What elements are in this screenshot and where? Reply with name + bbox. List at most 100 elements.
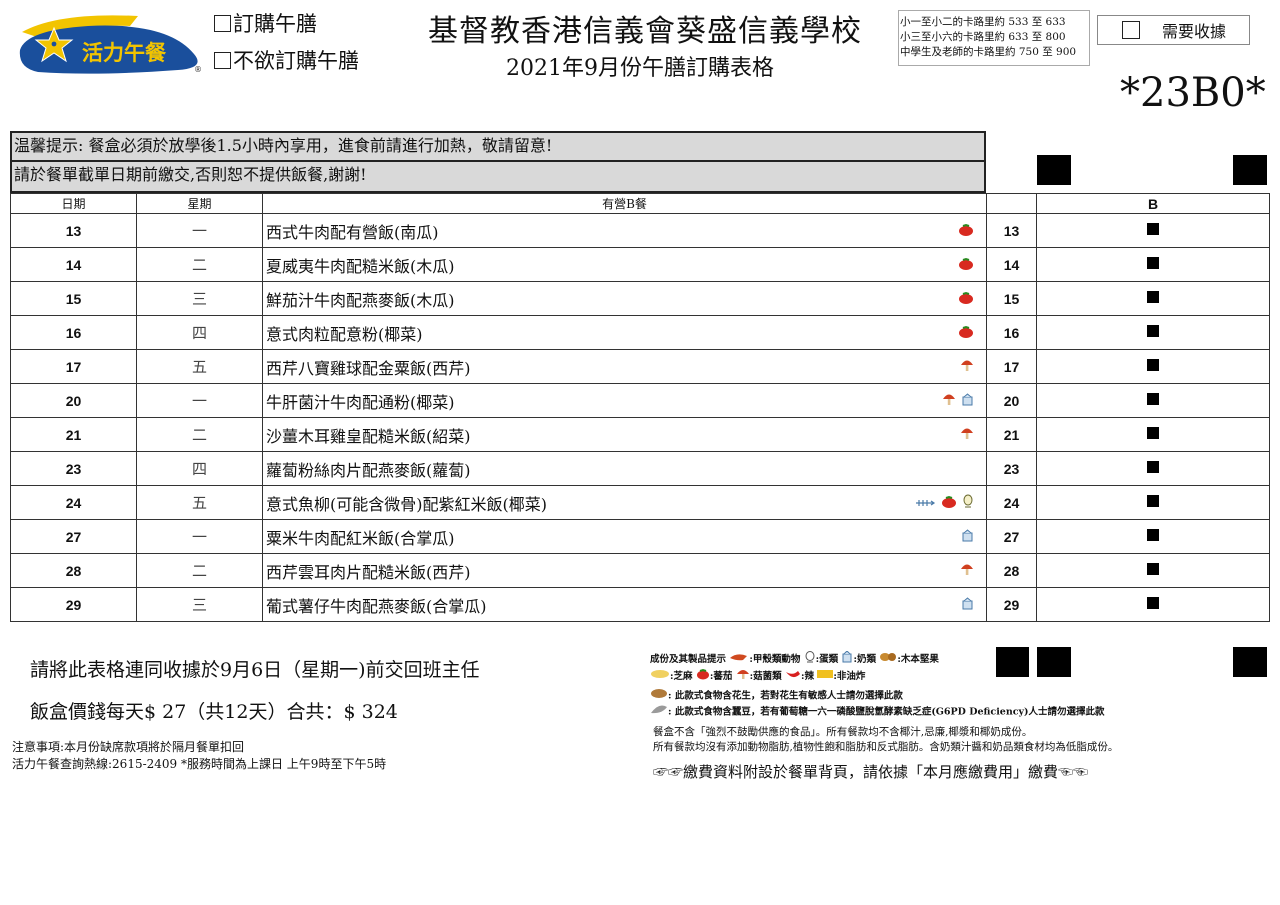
b-meal-checkbox[interactable] — [1147, 358, 1159, 371]
receipt-label: 需要收據 — [1162, 22, 1227, 41]
menu-row: 16 四意式肉粒配意粉(椰菜) 16 — [10, 315, 1270, 350]
b-meal-checkbox[interactable] — [1147, 426, 1159, 439]
nutrition-line: 餐盒不含「強烈不鼓勵供應的食品」。所有餐款均不含椰汁,忌廉,椰漿和椰奶成份。 — [653, 726, 1033, 738]
order-lunch-label: 訂購午膳 — [233, 12, 317, 36]
no-order-option[interactable]: 不欲訂購午膳 — [214, 45, 359, 75]
b-meal-checkbox[interactable] — [1147, 596, 1159, 609]
menu-row: 27 一粟米牛肉配紅米飯(合掌瓜) 27 — [10, 519, 1270, 554]
b-meal-cell[interactable] — [1036, 247, 1270, 282]
date-cell: 14 — [10, 247, 137, 282]
chili-icon — [785, 669, 801, 684]
b-meal-cell[interactable] — [1036, 485, 1270, 520]
redaction-block — [1037, 155, 1071, 185]
b-meal-cell[interactable] — [1036, 383, 1270, 418]
date-cell: 28 — [10, 553, 137, 588]
payment-note: ☞☞繳費資料附設於餐單背頁，請依據「本月應繳費用」繳費☜☜ — [653, 761, 1088, 782]
date-cell-2: 20 — [986, 383, 1037, 418]
dish-header: 有營B餐 — [262, 193, 987, 214]
date-header: 日期 — [10, 193, 137, 214]
shrimp-icon — [729, 652, 749, 667]
b-meal-cell[interactable] — [1036, 213, 1270, 248]
b-meal-checkbox[interactable] — [1147, 528, 1159, 541]
weekday-cell: 五 — [136, 349, 263, 384]
logo-text: 活力午餐 — [82, 41, 167, 65]
dish-name: 意式魚柳(可能含微骨)配紫紅米飯(椰菜) — [266, 494, 547, 514]
redaction-block — [996, 647, 1029, 677]
dish-cell: 意式魚柳(可能含微骨)配紫紅米飯(椰菜) — [262, 485, 987, 520]
dish-cell: 西芹雲耳肉片配糙米飯(西芹) — [262, 553, 987, 588]
date-cell: 29 — [10, 587, 137, 622]
dish-cell: 沙薑木耳雞皇配糙米飯(紹菜) — [262, 417, 987, 452]
b-meal-cell[interactable] — [1036, 587, 1270, 622]
date-header-2 — [986, 193, 1037, 214]
menu-body: 13 一西式牛肉配有營飯(南瓜) 13 14 二夏威夷牛肉配糙米飯(木瓜) 14 15 三鮮茄… — [10, 213, 1270, 622]
deadline-notice: 請於餐單截單日期前繳交,否則恕不提供飯餐,謝謝! — [10, 162, 986, 193]
calorie-info-box: 小一至小二的卡路里約 533 至 633 小三至小六的卡路里約 633 至 80… — [898, 10, 1090, 66]
b-meal-checkbox[interactable] — [1147, 290, 1159, 303]
no-order-checkbox[interactable] — [214, 51, 231, 69]
dish-cell: 牛肝菌汁牛肉配通粉(椰菜) — [262, 383, 987, 418]
peanut-icon — [650, 688, 668, 704]
receipt-option[interactable]: 需要收據 — [1097, 15, 1250, 45]
dish-cell: 西式牛肉配有營飯(南瓜) — [262, 213, 987, 248]
b-meal-cell[interactable] — [1036, 315, 1270, 350]
b-meal-checkbox[interactable] — [1147, 460, 1159, 473]
tomato-icon — [958, 221, 974, 240]
allergen-warnings: : 此款式食物含花生，若對花生有敏感人士請勿選擇此款 : 此款式食物含蠶豆，若有… — [650, 688, 1170, 720]
nut-icon — [879, 651, 897, 668]
b-meal-checkbox[interactable] — [1147, 494, 1159, 507]
b-meal-checkbox[interactable] — [1147, 562, 1159, 575]
b-meal-cell[interactable] — [1036, 451, 1270, 486]
date-cell-2: 21 — [986, 417, 1037, 452]
weekday-cell: 二 — [136, 553, 263, 588]
menu-row: 21 二沙薑木耳雞皇配糙米飯(紹菜) 21 — [10, 417, 1270, 452]
b-meal-checkbox[interactable] — [1147, 324, 1159, 337]
b-meal-checkbox[interactable] — [1147, 222, 1159, 235]
dish-name: 西式牛肉配有營飯(南瓜) — [266, 222, 439, 242]
calorie-line: 小一至小二的卡路里約 533 至 633 — [900, 16, 1066, 28]
weekday-cell: 二 — [136, 247, 263, 282]
order-lunch-option[interactable]: 訂購午膳 — [214, 8, 317, 38]
b-meal-cell[interactable] — [1036, 519, 1270, 554]
dish-cell: 鮮茄汁牛肉配燕麥飯(木瓜) — [262, 281, 987, 316]
receipt-checkbox[interactable] — [1122, 21, 1140, 39]
dish-cell: 粟米牛肉配紅米飯(合掌瓜) — [262, 519, 987, 554]
legend-item: :辣 — [800, 671, 814, 682]
payment-text: 繳費資料附設於餐單背頁，請依據「本月應繳費用」繳費 — [683, 763, 1059, 781]
b-meal-cell[interactable] — [1036, 417, 1270, 452]
date-cell-2: 24 — [986, 485, 1037, 520]
weekday-cell: 四 — [136, 315, 263, 350]
dish-name: 意式肉粒配意粉(椰菜) — [266, 324, 423, 344]
date-cell-2: 15 — [986, 281, 1037, 316]
form-code: *23B0* — [1120, 70, 1266, 116]
weekday-cell: 一 — [136, 383, 263, 418]
b-meal-cell[interactable] — [1036, 281, 1270, 316]
allergen-icons — [958, 323, 974, 342]
b-meal-checkbox[interactable] — [1147, 392, 1159, 405]
milk-icon — [841, 650, 853, 668]
tomato-icon — [696, 668, 710, 685]
weekday-cell: 五 — [136, 485, 263, 520]
price-info: 飯盒價錢每天$ 27（共12天）合共：$ 324 — [30, 701, 398, 723]
nutrition-info: 餐盒不含「強烈不鼓勵供應的食品」。所有餐款均不含椰汁,忌廉,椰漿和椰奶成份。 所… — [653, 725, 1213, 755]
weekday-cell: 一 — [136, 519, 263, 554]
menu-row: 13 一西式牛肉配有營飯(南瓜) 13 — [10, 213, 1270, 248]
date-cell-2: 27 — [986, 519, 1037, 554]
huoli-lunch-logo: 活力午餐 ® — [19, 15, 202, 74]
dish-name: 夏威夷牛肉配糙米飯(木瓜) — [266, 256, 455, 276]
menu-row: 20 一牛肝菌汁牛肉配通粉(椰菜) 20 — [10, 383, 1270, 418]
b-meal-checkbox[interactable] — [1147, 256, 1159, 269]
b-meal-cell[interactable] — [1036, 553, 1270, 588]
order-checkbox[interactable] — [214, 14, 231, 32]
absence-note: 注意事項:本月份缺席款項將於隔月餐單扣回 — [12, 740, 245, 754]
pointing-hand-icon: ☞☞ — [653, 763, 684, 781]
weekday-cell: 四 — [136, 451, 263, 486]
dish-name: 粟米牛肉配紅米飯(合掌瓜) — [266, 528, 455, 548]
legend-item: :木本堅果 — [897, 654, 939, 665]
menu-row: 15 三鮮茄汁牛肉配燕麥飯(木瓜) 15 — [10, 281, 1270, 316]
legend-title: 成份及其製品提示 — [650, 654, 727, 665]
b-meal-cell[interactable] — [1036, 349, 1270, 384]
menu-row: 14 二夏威夷牛肉配糙米飯(木瓜) 14 — [10, 247, 1270, 282]
mushroom-icon — [942, 391, 956, 410]
dish-name: 西芹雲耳肉片配糙米飯(西芹) — [266, 562, 471, 582]
